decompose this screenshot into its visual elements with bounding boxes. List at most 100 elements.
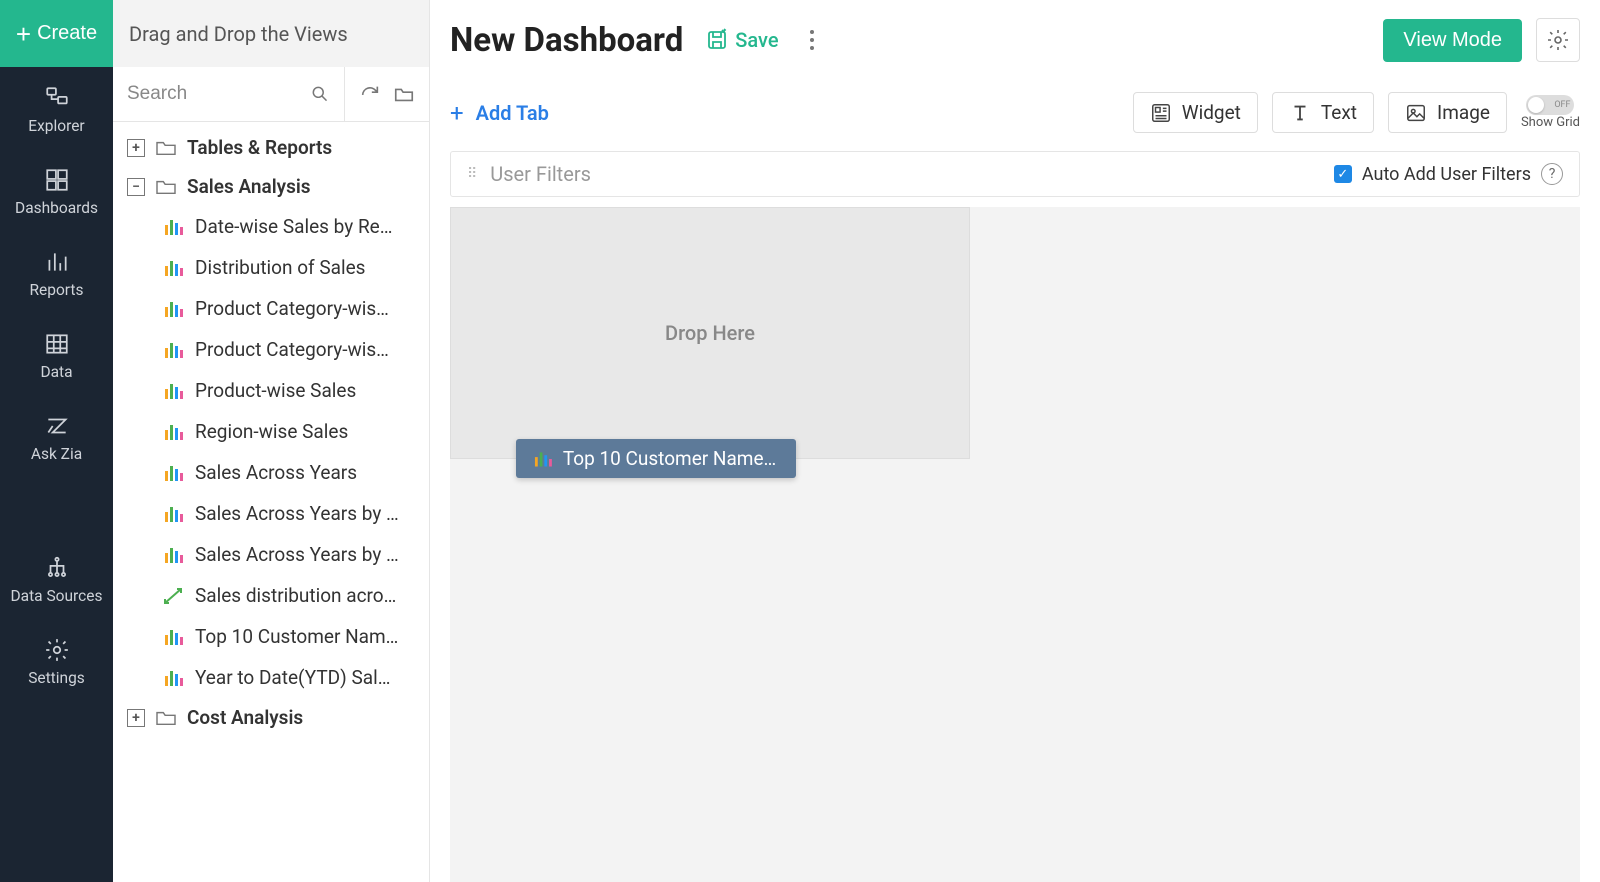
tree-item[interactable]: Sales Across Years [113, 452, 429, 493]
tree-item[interactable]: Sales Across Years by … [113, 493, 429, 534]
sidebar-label: Explorer [28, 117, 84, 135]
barchart-icon [163, 218, 185, 236]
save-label: Save [735, 28, 778, 52]
auto-add-checkbox[interactable]: ✓ [1334, 165, 1352, 183]
barchart-icon [163, 669, 185, 687]
askzia-icon [44, 413, 70, 439]
search-icon[interactable] [310, 83, 330, 105]
image-label: Image [1437, 101, 1490, 124]
widget-button[interactable]: Widget [1133, 92, 1258, 133]
search-input-wrapper [113, 67, 345, 121]
explorer-icon [44, 85, 70, 111]
gear-icon [1546, 28, 1570, 52]
views-panel: Drag and Drop the Views + Tables & Repor… [113, 0, 430, 882]
drop-here-label: Drop Here [665, 321, 755, 345]
drag-ghost: Top 10 Customer Name b… [516, 439, 796, 478]
text-icon [1289, 102, 1311, 124]
tree-item-label: Sales Across Years [195, 461, 357, 484]
image-icon [1405, 102, 1427, 124]
refresh-icon[interactable] [359, 83, 381, 105]
barchart-icon [163, 300, 185, 318]
tree-item[interactable]: Product-wise Sales [113, 370, 429, 411]
barchart-icon [163, 259, 185, 277]
folder-cost-analysis[interactable]: + Cost Analysis [113, 698, 429, 737]
drop-zone[interactable]: Drop Here [450, 207, 970, 459]
tree-item[interactable]: Region-wise Sales [113, 411, 429, 452]
dashboard-canvas[interactable]: Drop Here Top 10 Customer Name b… [450, 207, 1580, 882]
tree-item-label: Region-wise Sales [195, 420, 348, 443]
gear-button[interactable] [1536, 18, 1580, 62]
tree-item[interactable]: Year to Date(YTD) Sal… [113, 657, 429, 698]
sidebar-label: Settings [28, 669, 85, 687]
folder-icon [155, 139, 177, 157]
sidebar-item-explorer[interactable]: Explorer [0, 67, 113, 149]
sidebar-item-data[interactable]: Data [0, 313, 113, 395]
tree-item[interactable]: Distribution of Sales [113, 247, 429, 288]
tree-item-label: Distribution of Sales [195, 256, 365, 279]
datasources-icon [44, 555, 70, 581]
tree-item-label: Sales Across Years by … [195, 502, 399, 525]
left-sidebar: + Create Explorer Dashboards Reports Dat… [0, 0, 113, 882]
sidebar-label: Data Sources [11, 587, 103, 605]
tree-item[interactable]: Sales Across Years by … [113, 534, 429, 575]
sidebar-item-askzia[interactable]: Ask Zia [0, 395, 113, 477]
tree-item[interactable]: Product Category-wis… [113, 288, 429, 329]
collapse-icon[interactable]: − [127, 178, 145, 196]
sidebar-item-reports[interactable]: Reports [0, 231, 113, 313]
folder-sales-analysis[interactable]: − Sales Analysis [113, 167, 429, 206]
toggle-state: OFF [1554, 100, 1570, 110]
help-icon[interactable]: ? [1541, 163, 1563, 185]
text-button[interactable]: Text [1272, 92, 1374, 133]
folder-icon [155, 178, 177, 196]
view-mode-button[interactable]: View Mode [1383, 19, 1522, 62]
search-input[interactable] [127, 83, 310, 105]
new-folder-icon[interactable] [393, 83, 415, 105]
barchart-icon [163, 505, 185, 523]
widget-label: Widget [1182, 101, 1241, 124]
more-menu-button[interactable] [801, 24, 823, 56]
show-grid-label: Show Grid [1521, 115, 1580, 130]
show-grid-toggle[interactable]: OFF Show Grid [1521, 95, 1580, 130]
sidebar-label: Ask Zia [31, 445, 82, 463]
tree-item[interactable]: Top 10 Customer Nam… [113, 616, 429, 657]
tree-item-label: Sales Across Years by … [195, 543, 399, 566]
user-filters-bar[interactable]: ⠿ User Filters ✓ Auto Add User Filters ? [450, 151, 1580, 197]
tree-item[interactable]: Product Category-wis… [113, 329, 429, 370]
barchart-icon [163, 341, 185, 359]
save-button[interactable]: Save [705, 28, 778, 52]
sidebar-item-settings[interactable]: Settings [0, 619, 113, 701]
text-label: Text [1321, 101, 1357, 124]
barchart-icon [163, 464, 185, 482]
sidebar-item-dashboards[interactable]: Dashboards [0, 149, 113, 231]
barchart-icon [163, 546, 185, 564]
tree-item-label: Product Category-wis… [195, 338, 389, 361]
folder-label: Sales Analysis [187, 175, 311, 198]
drag-ghost-label: Top 10 Customer Name b… [563, 447, 778, 470]
settings-icon [44, 637, 70, 663]
dashboards-icon [44, 167, 70, 193]
tree-item[interactable]: Date-wise Sales by Re… [113, 206, 429, 247]
plus-icon: + [16, 21, 31, 47]
scatter-icon [163, 587, 185, 605]
sidebar-label: Reports [29, 281, 83, 299]
image-button[interactable]: Image [1388, 92, 1507, 133]
tree-item-label: Sales distribution acro… [195, 584, 396, 607]
folder-tables-reports[interactable]: + Tables & Reports [113, 128, 429, 167]
views-header: Drag and Drop the Views [113, 0, 429, 67]
tree-item-label: Year to Date(YTD) Sal… [195, 666, 390, 689]
page-title: New Dashboard [450, 21, 683, 60]
add-tab-button[interactable]: + Add Tab [450, 99, 549, 127]
main-area: New Dashboard Save View Mode + Add Tab [430, 0, 1600, 882]
expand-icon[interactable]: + [127, 139, 145, 157]
expand-icon[interactable]: + [127, 709, 145, 727]
auto-add-label: Auto Add User Filters [1362, 164, 1531, 185]
create-button[interactable]: + Create [0, 0, 113, 67]
barchart-icon [163, 423, 185, 441]
tree-item[interactable]: Sales distribution acro… [113, 575, 429, 616]
sidebar-item-datasources[interactable]: Data Sources [0, 537, 113, 619]
create-label: Create [37, 22, 97, 45]
toggle-switch[interactable]: OFF [1526, 95, 1574, 115]
sidebar-label: Dashboards [15, 199, 98, 217]
drag-handle-icon[interactable]: ⠿ [467, 166, 478, 182]
tree-item-label: Product-wise Sales [195, 379, 356, 402]
